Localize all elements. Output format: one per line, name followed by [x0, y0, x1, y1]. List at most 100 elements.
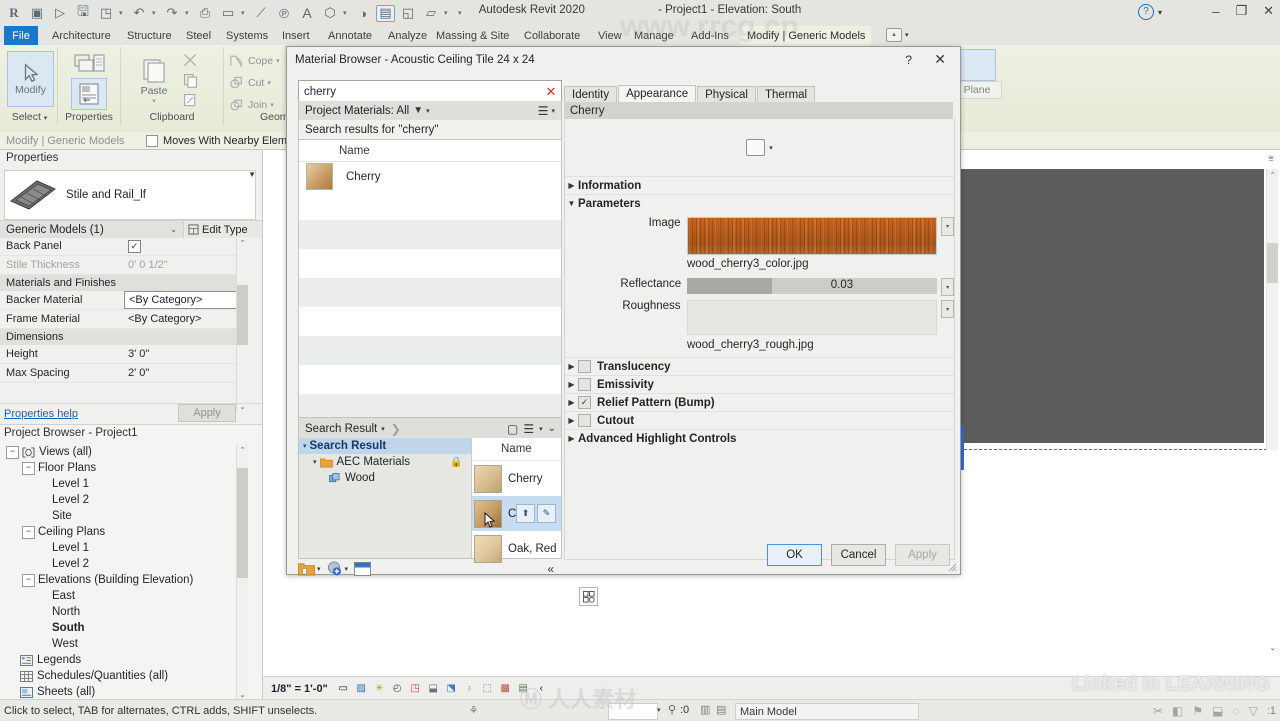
list-item-empty[interactable]: [299, 365, 561, 394]
relief-pattern-checkbox[interactable]: ✓: [578, 396, 591, 409]
tree-node-elevations-building-elevation[interactable]: − Elevations (Building Elevation): [0, 572, 248, 588]
elevation-viewport[interactable]: [959, 169, 1272, 450]
list-item-empty[interactable]: [299, 307, 561, 336]
chevron-right-icon[interactable]: ▶: [565, 181, 578, 190]
reflectance-slider[interactable]: 0.03: [687, 278, 938, 294]
chevron-right-icon[interactable]: ▶: [565, 398, 578, 407]
tree-node-schedules-quantities-all[interactable]: Schedules/Quantities (all): [0, 668, 248, 684]
apply-button[interactable]: Apply: [178, 404, 236, 422]
preview-shape-icon[interactable]: [746, 139, 766, 156]
help-control[interactable]: ? ▾: [1137, 4, 1162, 20]
cut-button[interactable]: [177, 49, 203, 71]
cope-button[interactable]: Cope ▾: [228, 53, 280, 69]
analytical-model-icon[interactable]: ▩: [498, 681, 513, 696]
editing-requests-icon[interactable]: ▤: [716, 703, 726, 716]
selection-dropdown[interactable]: [608, 703, 658, 720]
tab-insert[interactable]: Insert: [276, 26, 316, 45]
library-material-grid[interactable]: Name Cherry Che ⬆ ✎ Oak, Red: [471, 438, 561, 563]
expand-arrow-icon[interactable]: ‹: [534, 681, 549, 696]
back-panel-checkbox[interactable]: ✓: [128, 239, 141, 253]
design-options-status-icon[interactable]: ⬓: [1212, 704, 1223, 718]
library-tree-node-aec-materials[interactable]: ▾ AEC Materials 🔒: [299, 454, 471, 470]
tree-node-site[interactable]: Site: [0, 508, 248, 524]
chevron-down-icon[interactable]: ▾: [551, 107, 555, 115]
thumbnail-view-icon[interactable]: ▢: [507, 422, 518, 436]
tree-node-level-2[interactable]: Level 2: [0, 556, 248, 572]
chevron-down-icon[interactable]: ▾: [313, 458, 317, 466]
section-parameters[interactable]: ▼ Parameters: [565, 194, 954, 212]
material-browser-dialog[interactable]: Material Browser - Acoustic Ceiling Tile…: [286, 46, 961, 606]
resize-grip-icon[interactable]: [948, 563, 957, 572]
tree-node-legends[interactable]: Legends: [0, 652, 248, 668]
property-row[interactable]: Height 3' 0": [0, 345, 248, 364]
list-item-empty[interactable]: [299, 336, 561, 365]
properties-help-link[interactable]: Properties help: [0, 408, 78, 420]
emissivity-checkbox[interactable]: [578, 378, 591, 391]
view-control-bar[interactable]: 1/8" = 1'-0" ▭ ▨ ☀ ◴ ◳ ⬓ ⬔ ♁ ⬚ ▩ ▤ ‹: [263, 676, 1280, 700]
type-selector[interactable]: Stile and Rail_lf: [4, 170, 256, 220]
tree-node-south[interactable]: South: [0, 620, 248, 636]
section-advanced-highlight-controls[interactable]: ▶ Advanced Highlight Controls: [565, 429, 954, 447]
list-item-empty[interactable]: [299, 220, 561, 249]
library-tree[interactable]: ▾ Search Result ▾ AEC Materials 🔒 Wood: [299, 438, 471, 558]
tab-view[interactable]: View: [592, 26, 628, 45]
library-footer[interactable]: ▾ ▾ «: [298, 558, 560, 579]
tab-analyze[interactable]: Analyze: [382, 26, 433, 45]
window-buttons[interactable]: – ❐ ✕: [1212, 3, 1274, 19]
paste-button[interactable]: Paste ▾: [131, 51, 177, 111]
apply-button[interactable]: Apply: [895, 544, 950, 566]
type-selector-dropdown-icon[interactable]: ▼: [248, 170, 256, 179]
chevron-right-icon[interactable]: ▶: [565, 416, 578, 425]
property-value[interactable]: ✓: [124, 238, 248, 254]
tree-node-north[interactable]: North: [0, 604, 248, 620]
material-search-box[interactable]: ✕: [298, 80, 562, 103]
tab-appearance[interactable]: Appearance: [618, 85, 697, 102]
list-item-empty[interactable]: [299, 191, 561, 220]
tab-structure[interactable]: Structure: [121, 26, 178, 45]
detail-level-icon[interactable]: ▭: [336, 681, 351, 696]
chevron-down-icon[interactable]: ▾: [426, 107, 430, 115]
show-panel-icon[interactable]: [354, 561, 371, 576]
tab-collaborate[interactable]: Collaborate: [518, 26, 586, 45]
dialog-footer-buttons[interactable]: OK Cancel Apply: [767, 544, 950, 566]
tab-systems[interactable]: Systems: [220, 26, 274, 45]
chevron-down-icon[interactable]: ▼: [565, 199, 578, 208]
close-button[interactable]: ✕: [1263, 3, 1274, 19]
scrollbar-thumb[interactable]: [1267, 243, 1278, 283]
chevron-right-icon[interactable]: ▶: [565, 362, 578, 371]
property-row[interactable]: Backer Material <By Category>: [0, 291, 248, 310]
worksets-status-icon[interactable]: ⚑: [1192, 704, 1203, 718]
status-bar-right-icons[interactable]: ✂ ◧ ⚑ ⬓ ◌ ▽ :1: [1153, 700, 1276, 721]
image-texture-swatch[interactable]: [686, 217, 938, 255]
list-item-selected[interactable]: Che ⬆ ✎: [472, 496, 561, 531]
cut-geometry-button[interactable]: Cut ▾: [228, 75, 271, 91]
chevron-down-icon[interactable]: ▾: [345, 565, 349, 573]
list-item-empty[interactable]: [299, 249, 561, 278]
chevron-down-icon[interactable]: ▾: [303, 442, 307, 450]
add-to-document-button[interactable]: ⬆: [516, 504, 535, 523]
ribbon-collapse-icon[interactable]: ▲: [886, 28, 902, 42]
tab-steel[interactable]: Steel: [180, 26, 217, 45]
property-row[interactable]: Max Spacing 2' 0": [0, 364, 248, 383]
shadows-icon[interactable]: ◴: [390, 681, 405, 696]
editable-only-icon[interactable]: ◧: [1172, 704, 1183, 718]
collapse-panel-icon[interactable]: «: [547, 562, 554, 576]
cancel-button[interactable]: Cancel: [831, 544, 886, 566]
list-item-empty[interactable]: [299, 278, 561, 307]
appearance-asset-panel[interactable]: ▾ ▶ Information ▼ Parameters Image ▾ woo…: [564, 119, 955, 560]
category-selector-row[interactable]: Generic Models (1) ⌄ Edit Type: [0, 220, 262, 238]
project-browser-scrollbar[interactable]: ⌃ ⌄: [236, 444, 248, 700]
section-relief-pattern[interactable]: ▶ ✓ Relief Pattern (Bump): [565, 393, 954, 411]
chevron-down-icon[interactable]: ⌄: [170, 225, 183, 234]
section-cutout[interactable]: ▶ Cutout: [565, 411, 954, 429]
tree-node-west[interactable]: West: [0, 636, 248, 652]
tree-node-level-1[interactable]: Level 1: [0, 540, 248, 556]
scroll-up-icon[interactable]: ⌃: [1267, 169, 1278, 180]
library-tree-node-wood[interactable]: Wood: [299, 470, 471, 486]
properties-palette-button[interactable]: [71, 78, 107, 110]
property-row[interactable]: Stile Thickness 0' 0 1/2": [0, 256, 248, 275]
property-value[interactable]: <By Category>: [124, 291, 246, 309]
scroll-up-icon[interactable]: ⌃: [237, 237, 248, 248]
section-translucency[interactable]: ▶ Translucency: [565, 357, 954, 375]
type-properties-button[interactable]: [66, 49, 114, 81]
